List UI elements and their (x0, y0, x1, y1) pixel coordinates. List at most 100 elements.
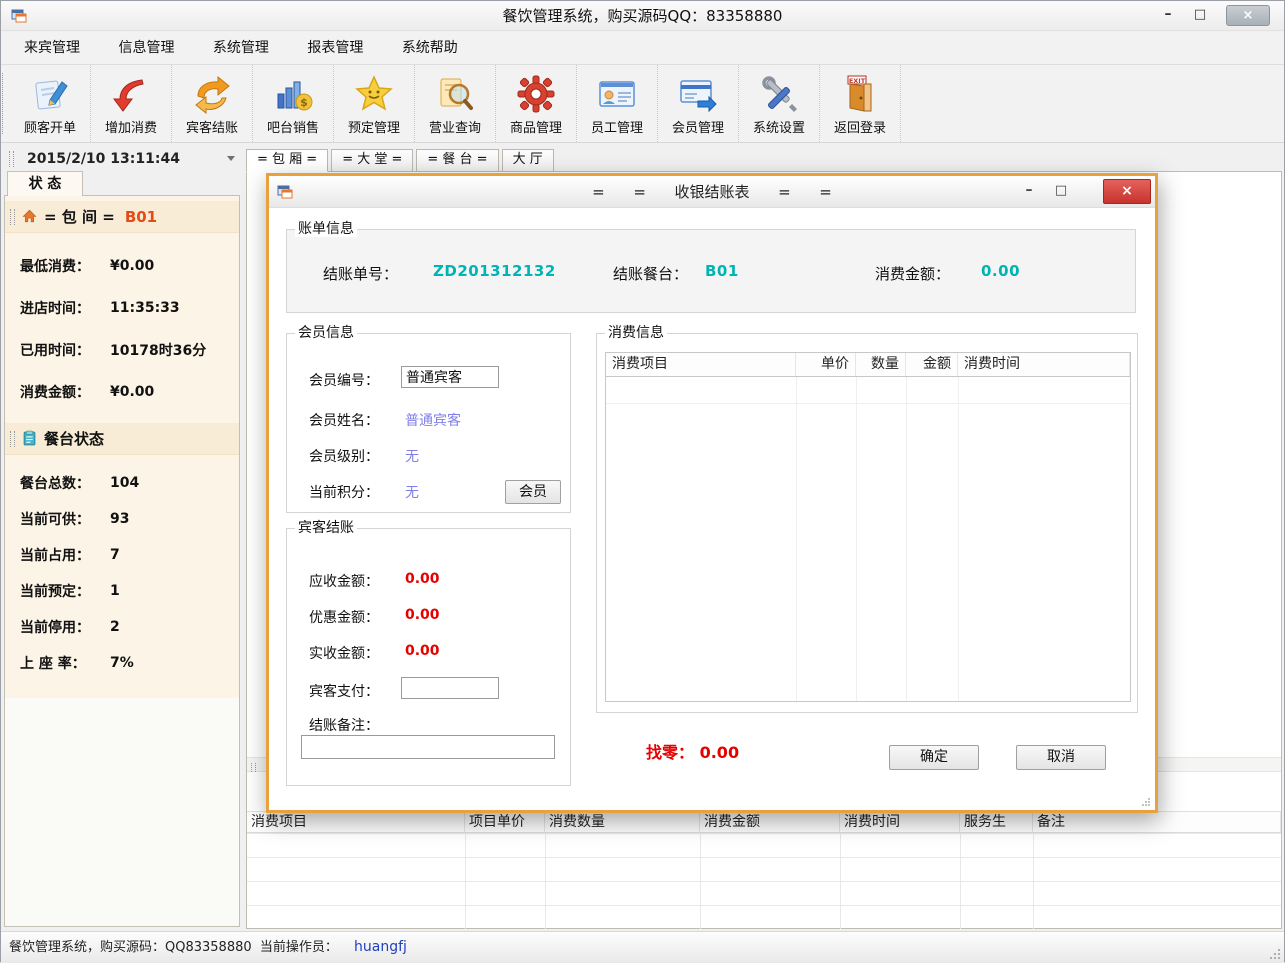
tab-dining-tables[interactable]: = 餐 台 = (416, 149, 498, 172)
column-header[interactable]: 消费时间 (958, 353, 1130, 376)
toolbar-label: 吧台销售 (267, 117, 319, 136)
cancel-button[interactable]: 取消 (1016, 745, 1106, 770)
dialog-minimize-button[interactable]: – (1015, 180, 1043, 200)
column-header[interactable]: 消费项目 (247, 812, 465, 832)
grid-column-line (796, 377, 797, 701)
chevron-down-icon[interactable] (227, 156, 235, 161)
table-status-row: 当前停用： 2 (5, 609, 239, 645)
current-operator: huangfj (354, 939, 407, 955)
member-icon (678, 74, 718, 114)
consume-table: 消费项目 单价 数量 金额 消费时间 (605, 352, 1131, 702)
consume-table-body (606, 377, 1130, 701)
toolbar-guest-checkout-button[interactable]: 宾客结账 (172, 65, 253, 142)
grid-column-line (1033, 833, 1034, 929)
toolbar-label: 预定管理 (348, 117, 400, 136)
menu-bar: 来宾管理 信息管理 系统管理 报表管理 系统帮助 (1, 32, 1284, 65)
toolbar-exit-button[interactable]: EXIT 返回登录 (820, 65, 901, 142)
column-header[interactable]: 金额 (906, 353, 958, 376)
column-header[interactable]: 消费时间 (840, 812, 960, 832)
goods-icon (516, 74, 556, 114)
paid-amount-label: 实收金额： (309, 643, 379, 663)
close-button[interactable]: × (1226, 5, 1270, 26)
statusbar-text: 餐饮管理系统，购买源码：QQ83358880 当前操作员： (9, 940, 338, 955)
menu-system-management[interactable]: 系统管理 (196, 32, 286, 64)
house-icon (21, 208, 38, 225)
tab-main-hall[interactable]: = 大 堂 = (331, 149, 413, 172)
member-lookup-button[interactable]: 会员 (505, 480, 561, 504)
checkout-note-input[interactable] (301, 735, 555, 759)
status-panel: = 包 间 = B01 最低消费： ¥0.00 进店时间： 11:35:33 已… (4, 195, 240, 927)
guest-checkout-icon (192, 74, 232, 114)
member-info-group: 会员信息 会员编号： 会员姓名： 普通宾客 会员级别： 无 当前积分： 无 会员 (286, 333, 571, 513)
toolbar-label: 营业查询 (429, 117, 481, 136)
toolbar-settings-button[interactable]: 系统设置 (739, 65, 820, 142)
toolbar-customer-order-button[interactable]: 顾客开单 (10, 65, 91, 142)
consumption-grid-header: 消费项目 项目单价 消费数量 消费金额 消费时间 服务生 备注 (247, 811, 1281, 833)
row-value: ¥0.00 (110, 384, 154, 400)
column-header[interactable]: 消费金额 (700, 812, 840, 832)
table-status-row: 餐台总数： 104 (5, 465, 239, 501)
table-status-row: 当前占用： 7 (5, 537, 239, 573)
grid-column-line (700, 833, 701, 929)
toolbar-bar-sales-button[interactable]: $ 吧台销售 (253, 65, 334, 142)
column-header[interactable]: 服务生 (960, 812, 1033, 832)
maximize-button[interactable]: □ (1186, 5, 1214, 25)
toolbar-goods-button[interactable]: 商品管理 (496, 65, 577, 142)
room-section-header: = 包 间 = B01 (5, 201, 239, 233)
discount-amount-label: 优惠金额： (309, 607, 379, 627)
member-no-label: 会员编号： (309, 370, 379, 390)
tab-status[interactable]: 状 态 (7, 171, 83, 196)
ok-button[interactable]: 确定 (889, 745, 979, 770)
discount-amount-value: 0.00 (405, 607, 440, 623)
room-section-title: = 包 间 = (44, 206, 115, 227)
consumption-grid-body (247, 833, 1281, 929)
settings-icon (759, 74, 799, 114)
dialog-close-button[interactable]: × (1103, 179, 1151, 204)
grid-column-line (960, 833, 961, 929)
menu-report-management[interactable]: 报表管理 (290, 32, 380, 64)
column-header[interactable]: 消费数量 (545, 812, 700, 832)
guest-pay-label: 宾客支付： (309, 681, 379, 701)
tab-private-rooms[interactable]: = 包 厢 = (246, 149, 328, 172)
bill-table-label: 结账餐台： (613, 263, 688, 284)
guest-pay-input[interactable] (401, 677, 499, 699)
dialog-maximize-button[interactable]: □ (1047, 182, 1075, 200)
reservation-icon (354, 74, 394, 114)
member-no-input[interactable] (401, 366, 499, 388)
column-header[interactable]: 数量 (856, 353, 906, 376)
room-tab-strip: = 包 厢 = = 大 堂 = = 餐 台 = 大 厅 (246, 149, 554, 172)
table-status-row: 上 座 率： 7% (5, 645, 239, 681)
toolbar-add-consume-button[interactable]: 增加消费 (91, 65, 172, 142)
room-info-row: 最低消费： ¥0.00 (5, 245, 239, 287)
exit-icon: EXIT (840, 74, 880, 114)
column-header[interactable]: 单价 (796, 353, 856, 376)
toolbar-label: 员工管理 (591, 117, 643, 136)
bill-info-group: 账单信息 结账单号： ZD201312132 结账餐台： B01 消费金额： 0… (286, 229, 1136, 313)
toolbar-member-button[interactable]: 会员管理 (658, 65, 739, 142)
toolbar-business-query-button[interactable]: 营业查询 (415, 65, 496, 142)
room-info-row: 进店时间： 11:35:33 (5, 287, 239, 329)
toolbar-reservation-button[interactable]: 预定管理 (334, 65, 415, 142)
business-query-icon (435, 74, 475, 114)
toolbar-staff-button[interactable]: 员工管理 (577, 65, 658, 142)
change-value: 0.00 (700, 743, 739, 762)
toolbar-label: 返回登录 (834, 117, 886, 136)
toolbar-label: 会员管理 (672, 117, 724, 136)
column-header[interactable]: 消费项目 (606, 353, 796, 376)
column-header[interactable]: 备注 (1033, 812, 1281, 832)
menu-guest-management[interactable]: 来宾管理 (7, 32, 97, 64)
resize-grip-icon[interactable] (1268, 947, 1282, 961)
column-header[interactable]: 项目单价 (465, 812, 545, 832)
row-value: 7% (110, 655, 134, 671)
menu-system-help[interactable]: 系统帮助 (385, 32, 475, 64)
bill-no-value: ZD201312132 (433, 262, 556, 280)
tab-lobby[interactable]: 大 厅 (502, 149, 554, 172)
member-name-value: 普通宾客 (405, 410, 461, 430)
status-bar: 餐饮管理系统，购买源码：QQ83358880 当前操作员： huangfj (1, 931, 1284, 963)
dialog-resize-grip-icon[interactable] (1140, 796, 1152, 808)
grid-column-line (958, 377, 959, 701)
title-bar: 餐饮管理系统，购买源码QQ：83358880 – □ × (1, 1, 1284, 31)
minimize-button[interactable]: – (1154, 5, 1182, 23)
member-points-value: 无 (405, 482, 419, 502)
menu-info-management[interactable]: 信息管理 (101, 32, 191, 64)
